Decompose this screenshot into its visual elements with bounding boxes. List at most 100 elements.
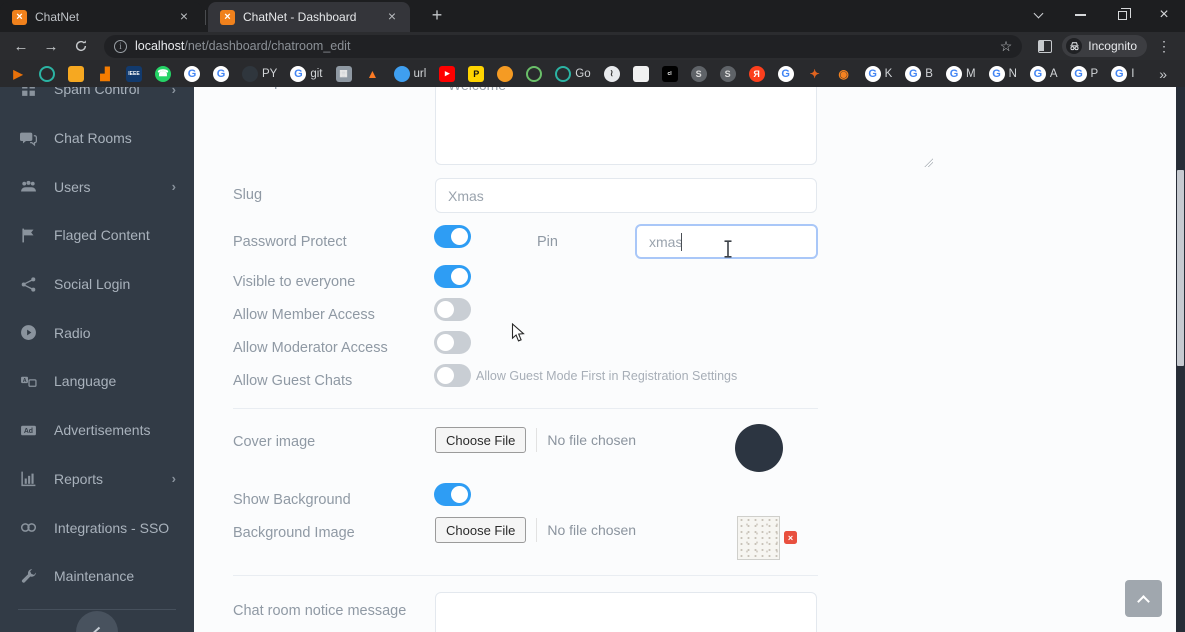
background-image-preview	[737, 516, 780, 560]
textarea-resize-grip[interactable]	[924, 158, 933, 167]
notice-message-input[interactable]	[435, 592, 817, 632]
window-controls: ×	[1017, 0, 1185, 30]
side-panel-button[interactable]	[1032, 34, 1058, 58]
bookmark-favicon[interactable]: Я	[748, 65, 765, 82]
bookmark-favicon[interactable]: ✦	[807, 66, 823, 82]
chevron-right-icon: ›	[171, 179, 176, 195]
bookmark-favicon[interactable]: GN	[988, 65, 1017, 82]
ad-icon: Ad	[21, 425, 36, 435]
bookmark-favicon[interactable]: ▶	[10, 66, 26, 82]
bookmark-favicon[interactable]: G	[213, 65, 229, 82]
bookmark-favicon[interactable]: S	[719, 65, 736, 82]
tab-close-icon[interactable]: ×	[176, 9, 192, 25]
choose-file-button[interactable]: Choose File	[435, 517, 527, 543]
close-button[interactable]: ×	[1143, 0, 1185, 30]
sidebar-collapse-button[interactable]	[76, 611, 118, 632]
choose-file-button[interactable]: Choose File	[435, 427, 527, 453]
incognito-label: Incognito	[1088, 39, 1137, 53]
bookmark-favicon[interactable]: Ggit	[290, 65, 323, 82]
sidebar-item-maintenance[interactable]: Maintenance	[0, 552, 194, 601]
forward-button[interactable]: →	[38, 34, 64, 58]
side-panel-icon	[1038, 39, 1053, 53]
tab-search-icon[interactable]	[1017, 0, 1059, 30]
allow-moderator-access-label: Allow Moderator Access	[233, 340, 388, 356]
description-textarea[interactable]: Welcome	[435, 87, 817, 165]
bookmark-favicon[interactable]: GA	[1029, 65, 1058, 82]
bookmark-favicon[interactable]: S	[690, 65, 707, 82]
bookmark-favicon[interactable]: ▸	[439, 65, 456, 82]
bookmark-favicon[interactable]	[68, 65, 84, 82]
url-host: localhost	[135, 39, 185, 53]
bookmark-favicon[interactable]: G	[777, 65, 794, 82]
sidebar-item-social-login[interactable]: Social Login	[0, 260, 194, 309]
wrench-icon	[21, 568, 36, 583]
bookmark-favicon[interactable]: ▲	[365, 66, 381, 82]
bookmark-favicon[interactable]: url	[393, 65, 426, 82]
allow-member-access-toggle[interactable]	[434, 298, 471, 321]
browser-toolbar: ← → i localhost/net/dashboard/chatroom_e…	[0, 32, 1185, 60]
sidebar-item-chat-rooms[interactable]: Chat Rooms	[0, 114, 194, 163]
scroll-to-top-button[interactable]	[1125, 580, 1162, 617]
section-divider	[233, 575, 818, 576]
bookmark-favicon[interactable]: GI	[1111, 65, 1134, 82]
restore-button[interactable]	[1101, 0, 1143, 30]
scrollbar-thumb[interactable]	[1177, 170, 1184, 366]
bookmark-favicon[interactable]: G	[184, 65, 200, 82]
allow-guest-chats-toggle[interactable]	[434, 364, 471, 387]
bookmark-favicon[interactable]: IEEE	[126, 65, 142, 82]
new-tab-button[interactable]: +	[424, 3, 450, 29]
bookmark-favicon[interactable]	[526, 65, 543, 82]
sidebar-menu: Spam Control › Chat Rooms Users › Flaged…	[0, 87, 194, 610]
show-background-toggle[interactable]	[434, 483, 471, 506]
incognito-icon	[1066, 38, 1083, 54]
bookmark-favicon[interactable]: ≀	[603, 65, 620, 82]
pin-input[interactable]	[635, 224, 818, 259]
reload-button[interactable]	[68, 34, 94, 58]
tab-close-icon[interactable]: ×	[384, 9, 400, 25]
bookmark-favicon[interactable]: cl	[661, 65, 678, 82]
sidebar-item-flagged-content[interactable]: Flaged Content	[0, 211, 194, 260]
sidebar-item-advertisements[interactable]: Ad Advertisements	[0, 406, 194, 455]
minimize-button[interactable]	[1059, 0, 1101, 30]
visible-to-everyone-toggle[interactable]	[434, 265, 471, 288]
allow-moderator-access-toggle[interactable]	[434, 331, 471, 354]
bookmark-favicon[interactable]: P	[468, 65, 485, 82]
bookmark-favicon[interactable]	[39, 65, 55, 82]
bookmark-favicon[interactable]: ▟	[97, 66, 113, 82]
bookmarks-overflow-icon[interactable]: »	[1159, 66, 1175, 82]
bookmark-favicon[interactable]: ▦	[335, 65, 352, 82]
bookmark-favicon[interactable]: GM	[945, 65, 976, 82]
bookmark-favicon[interactable]: GB	[905, 65, 933, 82]
site-info-icon[interactable]: i	[114, 39, 127, 53]
tab-chatnet[interactable]: × ChatNet ×	[0, 2, 206, 32]
sidebar-item-reports[interactable]: Reports ›	[0, 455, 194, 504]
bookmark-favicon[interactable]: GP	[1070, 65, 1098, 82]
allow-member-access-label: Allow Member Access	[233, 307, 375, 323]
password-protect-toggle[interactable]	[434, 225, 471, 248]
tab-chatnet-dashboard[interactable]: × ChatNet - Dashboard ×	[208, 2, 410, 32]
sidebar-item-language[interactable]: A Language	[0, 357, 194, 406]
delete-background-button[interactable]: ×	[784, 531, 797, 544]
bookmark-favicon[interactable]: Go	[555, 65, 591, 82]
page-scrollbar[interactable]	[1176, 87, 1185, 632]
bookmark-favicon[interactable]: PY	[242, 65, 277, 82]
sidebar-item-users[interactable]: Users ›	[0, 162, 194, 211]
sidebar: Spam Control › Chat Rooms Users › Flaged…	[0, 87, 194, 632]
bookmark-favicon[interactable]: ◉	[836, 66, 852, 82]
xampp-favicon-icon: ×	[12, 9, 27, 25]
notice-message-label: Chat room notice message	[233, 603, 407, 619]
back-button[interactable]: ←	[8, 34, 34, 58]
bookmark-favicon[interactable]: GK	[864, 65, 892, 82]
bookmark-favicon[interactable]: ☎	[155, 65, 171, 82]
sidebar-item-radio[interactable]: Radio	[0, 308, 194, 357]
bookmark-favicon[interactable]	[632, 65, 649, 82]
slug-input[interactable]	[435, 178, 817, 213]
url-bar[interactable]: i localhost/net/dashboard/chatroom_edit …	[104, 34, 1023, 58]
cover-image-file-input: Choose File No file chosen	[435, 427, 636, 453]
sidebar-item-spam-control[interactable]: Spam Control ›	[0, 87, 194, 114]
tab-title: ChatNet	[35, 10, 80, 24]
bookmark-favicon[interactable]	[497, 65, 514, 82]
sidebar-item-integrations-sso[interactable]: Integrations - SSO	[0, 503, 194, 552]
bookmark-star-icon[interactable]: ☆	[1000, 38, 1013, 55]
browser-menu-icon[interactable]: ⋮	[1151, 38, 1177, 55]
